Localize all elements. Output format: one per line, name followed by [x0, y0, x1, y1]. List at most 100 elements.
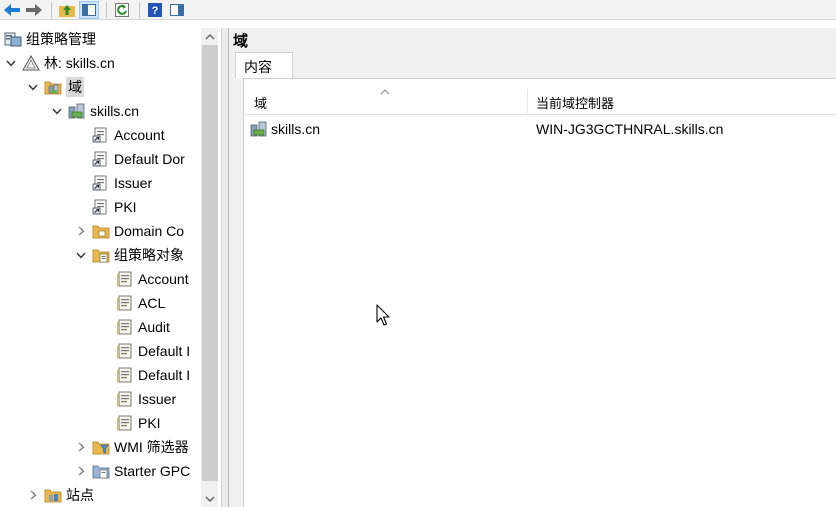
gpo-link-icon: [92, 126, 110, 144]
tree-item-label: Default I: [138, 343, 191, 359]
gpo-icon: [116, 342, 134, 360]
list-header: 域 当前域控制器: [244, 87, 836, 115]
gpo-folder-icon: [92, 246, 110, 264]
tree-item-label: 站点: [66, 487, 94, 503]
help-icon: ?: [148, 2, 162, 17]
tree-item-label: Issuer: [114, 175, 153, 191]
wmi-filter-folder-icon: [92, 438, 110, 456]
tree-item-label: Domain Co: [114, 223, 185, 239]
tree-item[interactable]: skills.cn: [50, 100, 200, 122]
tree-item-label: Account: [114, 127, 165, 143]
tree-item[interactable]: ACL: [98, 292, 200, 314]
tree-item[interactable]: PKI: [74, 196, 200, 218]
chevron-down-icon[interactable]: [26, 80, 40, 94]
cell-domain: skills.cn: [250, 121, 320, 137]
tree-item[interactable]: Issuer: [98, 388, 200, 410]
domain-controller-name: WIN-JG3GCTHNRAL.skills.cn: [536, 121, 724, 137]
gpo-link-icon: [92, 198, 110, 216]
tree-item-label: Default I: [138, 367, 191, 383]
tree-item[interactable]: PKI: [98, 412, 200, 434]
tree-item-label: Account: [138, 271, 189, 287]
tree-item[interactable]: WMI 筛选器: [74, 436, 200, 458]
domains-folder-icon: [44, 78, 62, 96]
cell-current-dc: WIN-JG3GCTHNRAL.skills.cn: [536, 121, 723, 137]
toolbar: ?: [0, 0, 836, 20]
gpo-icon: [116, 294, 134, 312]
tree-item-label: WMI 筛选器: [114, 439, 189, 455]
table-row[interactable]: skills.cn WIN-JG3GCTHNRAL.skills.cn: [244, 119, 836, 141]
chevron-down-icon[interactable]: [50, 104, 64, 118]
gpo-icon: [116, 366, 134, 384]
back-arrow-icon: [4, 3, 20, 16]
show-hide-tree-button[interactable]: [79, 0, 99, 19]
refresh-icon: [115, 2, 129, 17]
scroll-up-button[interactable]: [201, 28, 218, 45]
sites-icon: [44, 486, 62, 504]
tree-item[interactable]: Issuer: [74, 172, 200, 194]
tree-item[interactable]: Account: [74, 124, 200, 146]
tree-vertical-scrollbar[interactable]: [201, 28, 218, 507]
gpm-console-icon: [4, 30, 22, 48]
forward-arrow-icon: [26, 3, 42, 16]
gpmc-window: ? 组策略管理 林: skills.cn 域 skills.cn Account Defa…: [0, 0, 836, 507]
chevron-down-icon[interactable]: [4, 56, 18, 70]
tree-item[interactable]: 林: skills.cn: [4, 52, 200, 74]
scrollbar-thumb[interactable]: [202, 45, 218, 481]
column-header-domain[interactable]: 域: [254, 93, 267, 112]
tree-item[interactable]: Default I: [98, 364, 200, 386]
show-action-pane-button[interactable]: [167, 1, 187, 19]
tree-item-label: 域: [66, 77, 84, 97]
tree-item[interactable]: 站点: [26, 484, 200, 506]
up-level-button[interactable]: [57, 1, 77, 19]
scroll-down-button[interactable]: [201, 490, 218, 507]
tree-item[interactable]: 组策略管理: [4, 28, 200, 50]
column-separator[interactable]: [527, 89, 528, 113]
domain-icon: [68, 102, 86, 120]
domains-list-view[interactable]: 域 当前域控制器 skills.cn WIN-JG3GCTHNRAL.skill…: [243, 78, 836, 507]
chevron-right-icon[interactable]: [74, 440, 88, 454]
help-button[interactable]: ?: [145, 1, 165, 19]
tree-item[interactable]: 域: [26, 76, 200, 98]
gpo-icon: [116, 414, 134, 432]
svg-text:?: ?: [152, 5, 159, 17]
domain-name: skills.cn: [271, 121, 321, 137]
forward-button[interactable]: [24, 1, 44, 19]
mouse-pointer-icon: [376, 304, 390, 326]
console-tree[interactable]: 组策略管理 林: skills.cn 域 skills.cn Account Defaul…: [0, 28, 221, 507]
back-button[interactable]: [2, 1, 22, 19]
domain-icon: [250, 121, 267, 137]
chevron-right-icon[interactable]: [74, 224, 88, 238]
tree-item[interactable]: Default Dor: [74, 148, 200, 170]
forest-icon: [22, 54, 40, 72]
toolbar-separator: [139, 1, 140, 18]
tree-item-label: Issuer: [138, 391, 177, 407]
column-header-current-dc[interactable]: 当前域控制器: [536, 93, 614, 112]
folder-up-icon: [59, 4, 75, 17]
details-title: 域: [233, 33, 249, 50]
ou-icon: [92, 222, 110, 240]
chevron-right-icon[interactable]: [26, 488, 40, 502]
toolbar-separator: [106, 1, 107, 18]
tree-item-label: 组策略对象: [114, 247, 184, 263]
starter-gpo-folder-icon: [92, 462, 110, 480]
tree-item[interactable]: Default I: [98, 340, 200, 362]
tree-item-label: Default Dor: [114, 151, 185, 167]
chevron-down-icon[interactable]: [74, 248, 88, 262]
tree-item[interactable]: 组策略对象: [74, 244, 200, 266]
pane-splitter[interactable]: [221, 28, 229, 507]
chevron-right-icon[interactable]: [74, 464, 88, 478]
refresh-button[interactable]: [112, 1, 132, 19]
tree-item[interactable]: Account: [98, 268, 200, 290]
sort-ascending-icon: [380, 89, 390, 95]
tab-contents[interactable]: 内容: [235, 52, 293, 78]
tree-item[interactable]: Starter GPC: [74, 460, 200, 482]
tree-item[interactable]: Audit: [98, 316, 200, 338]
gpo-link-icon: [92, 150, 110, 168]
tree-item[interactable]: Domain Co: [74, 220, 200, 242]
tree-item-label: PKI: [138, 415, 161, 431]
